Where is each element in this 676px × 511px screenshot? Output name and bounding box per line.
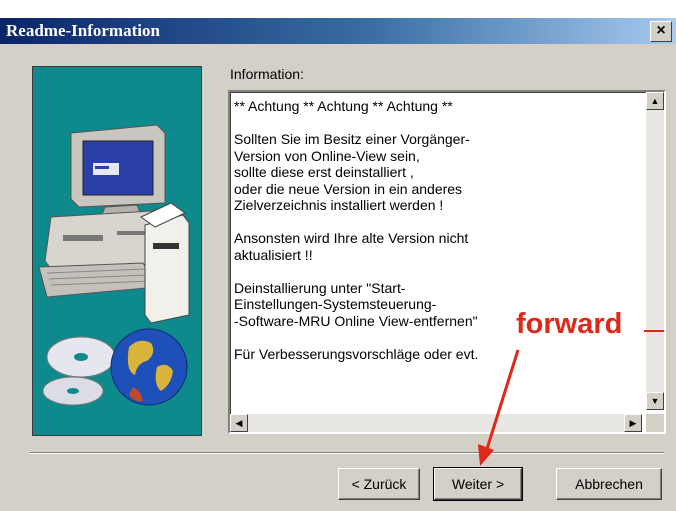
annotation-arrow [478,330,664,466]
readme-dialog: Readme-Information × Information: ** Ach… [0,0,676,511]
